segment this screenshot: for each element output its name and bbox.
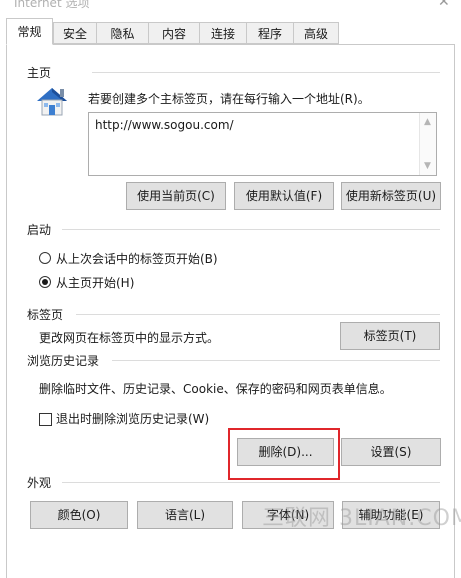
tabs-description: 更改网页在标签页中的显示方式。 xyxy=(39,331,220,345)
history-divider xyxy=(112,360,440,361)
tab-content[interactable]: 内容 xyxy=(148,22,200,44)
use-current-button[interactable]: 使用当前页(C) xyxy=(126,182,226,210)
tabs-divider xyxy=(76,314,440,315)
window-title: Internet 选项 xyxy=(14,0,90,10)
languages-button[interactable]: 语言(L) xyxy=(137,501,233,529)
appearance-divider xyxy=(62,482,440,483)
delete-on-exit-label[interactable]: 退出时删除浏览历史记录(W) xyxy=(56,410,209,427)
history-description: 删除临时文件、历史记录、Cookie、保存的密码和网页表单信息。 xyxy=(39,382,392,396)
homepage-section-title: 主页 xyxy=(27,66,52,80)
tab-privacy[interactable]: 隐私 xyxy=(96,22,149,44)
use-new-tab-button[interactable]: 使用新标签页(U) xyxy=(341,182,441,210)
startup-last-session-label[interactable]: 从上次会话中的标签页开始(B) xyxy=(56,250,218,267)
tabs-section-title: 标签页 xyxy=(27,308,64,322)
radio-selected-dot xyxy=(42,279,48,285)
history-settings-button[interactable]: 设置(S) xyxy=(341,438,441,466)
homepage-description: 若要创建多个主标签页，请在每行输入一个地址(R)。 xyxy=(88,92,370,106)
startup-homepage-label[interactable]: 从主页开始(H) xyxy=(56,274,134,291)
tab-security[interactable]: 安全 xyxy=(53,22,97,44)
colors-button[interactable]: 颜色(O) xyxy=(30,501,128,529)
scroll-down-icon[interactable]: ▼ xyxy=(424,161,431,171)
use-default-button[interactable]: 使用默认值(F) xyxy=(234,182,334,210)
appearance-section-title: 外观 xyxy=(27,476,52,490)
url-scrollbar[interactable]: ▲ ▼ xyxy=(419,113,436,175)
tab-connections[interactable]: 连接 xyxy=(199,22,247,44)
tab-programs[interactable]: 程序 xyxy=(246,22,294,44)
startup-homepage-radio[interactable] xyxy=(39,276,51,288)
tabs-settings-button[interactable]: 标签页(T) xyxy=(340,322,440,350)
startup-section-title: 启动 xyxy=(27,223,52,237)
delete-on-exit-checkbox[interactable] xyxy=(39,413,52,426)
site-watermark: 三联网 3LIAN.COM xyxy=(262,506,461,531)
homepage-divider xyxy=(92,72,440,73)
startup-last-session-radio[interactable] xyxy=(39,252,51,264)
home-icon xyxy=(34,84,70,118)
tab-advanced[interactable]: 高级 xyxy=(293,22,339,44)
title-bar: Internet 选项 ✕ xyxy=(0,0,461,16)
history-section-title: 浏览历史记录 xyxy=(27,354,100,368)
scroll-up-icon[interactable]: ▲ xyxy=(424,117,431,127)
tab-general[interactable]: 常规 xyxy=(6,18,53,45)
startup-divider xyxy=(62,229,440,230)
highlight-annotation xyxy=(228,428,340,480)
homepage-url-value: http://www.sogou.com/ xyxy=(95,118,234,132)
close-icon[interactable]: ✕ xyxy=(438,0,450,10)
homepage-url-textarea[interactable]: http://www.sogou.com/ ▲ ▼ xyxy=(88,112,437,176)
